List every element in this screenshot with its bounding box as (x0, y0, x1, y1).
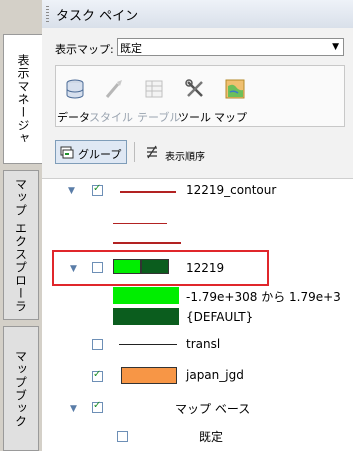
dropdown-arrow-icon: ▼ (332, 42, 339, 52)
table-label: テーブル (137, 111, 181, 124)
layer-checkbox-12219-contour[interactable] (92, 183, 103, 196)
group-checkbox-map-base[interactable] (92, 400, 103, 413)
toolbar-separator (134, 142, 135, 162)
legend-line-swatch (113, 242, 181, 244)
legend-line-swatch (113, 223, 167, 224)
layer-name-japan-jgd[interactable]: japan_jgd (186, 368, 244, 382)
map-icon (225, 79, 245, 99)
legend-swatch-range (113, 287, 179, 304)
layer-name-12219[interactable]: 12219 (186, 261, 224, 275)
tab-display-manager[interactable]: 表示マネージャ (3, 34, 43, 164)
draw-order-icon[interactable] (144, 144, 160, 160)
display-map-label: 表示マップ: (55, 43, 114, 56)
grip-handle[interactable] (46, 6, 49, 22)
layer-name-transl[interactable]: transl (186, 337, 220, 351)
tab-display-manager-label: 表示マネージャ (16, 53, 30, 145)
tab-map-book[interactable]: マップブック (3, 326, 39, 451)
database-icon (66, 79, 84, 99)
data-button[interactable] (58, 78, 92, 103)
table-icon (145, 80, 163, 98)
style-label: スタイル (89, 111, 133, 124)
group-name-map-base[interactable]: マップ ベース (175, 400, 250, 417)
panel-title: タスク ペイン (56, 9, 139, 24)
layer-checkbox-transl[interactable] (92, 339, 103, 350)
table-button[interactable] (137, 78, 171, 103)
raster-swatch-dark-green (141, 259, 169, 274)
legend-label-default: {DEFAULT} (186, 310, 254, 324)
line-style-swatch (120, 191, 176, 193)
map-label: マップ (214, 111, 247, 124)
wrench-hammer-icon (185, 79, 203, 97)
collapse-triangle-icon[interactable]: ▼ (70, 404, 77, 414)
layer-name-default[interactable]: 既定 (199, 428, 223, 445)
fill-style-swatch (121, 367, 177, 384)
layer-checkbox-default[interactable] (117, 431, 128, 442)
style-button[interactable] (97, 78, 131, 103)
tab-map-explorer-label: マップ エクスプローラ (13, 177, 28, 313)
display-map-select[interactable]: 既定 ▼ (117, 38, 344, 56)
brush-icon (105, 80, 122, 98)
line-style-swatch (119, 344, 177, 345)
layer-checkbox-japan-jgd[interactable] (92, 369, 103, 382)
group-view-label: グループ (78, 148, 122, 161)
layer-checkbox-12219[interactable] (92, 262, 103, 273)
tools-label: ツール (178, 111, 211, 124)
draw-order-label[interactable]: 表示順序 (165, 148, 205, 163)
layer-name-12219-contour[interactable]: 12219_contour (186, 183, 276, 197)
map-button[interactable] (218, 78, 252, 103)
display-map-value: 既定 (120, 42, 142, 55)
data-label: データ (57, 111, 90, 124)
collapse-triangle-icon[interactable]: ▼ (70, 264, 77, 274)
tools-button[interactable] (178, 78, 212, 103)
raster-swatch-green (113, 259, 141, 274)
legend-swatch-default (113, 308, 179, 325)
legend-label-range: -1.79e+308 から 1.79e+3 (186, 290, 341, 304)
tab-map-explorer[interactable]: マップ エクスプローラ (3, 170, 39, 320)
collapse-triangle-icon[interactable]: ▼ (68, 186, 75, 196)
layers-icon (60, 146, 74, 159)
tab-map-book-label: マップブック (13, 349, 28, 428)
